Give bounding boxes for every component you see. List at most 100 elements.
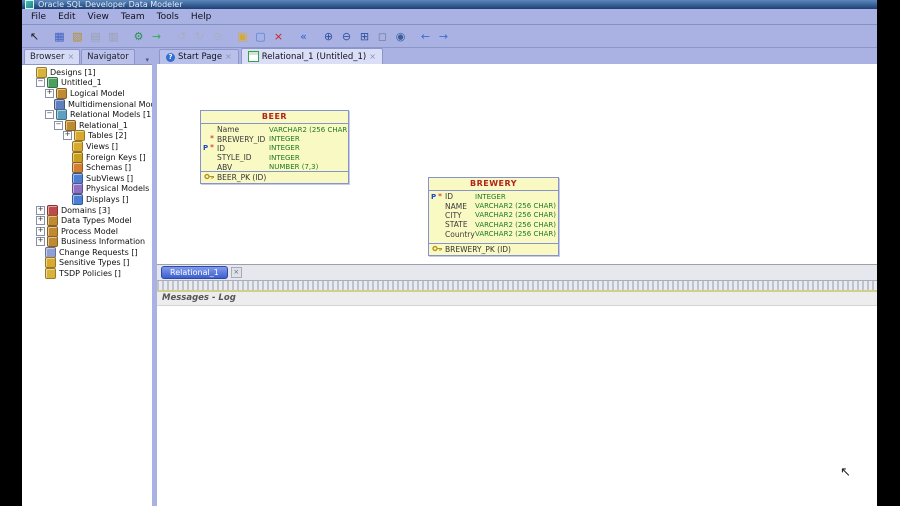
collapse-icon[interactable]: − [54,121,63,130]
panel-menu-chevron-icon[interactable]: ▾ [145,56,149,64]
search-icon[interactable]: ◉ [392,28,409,45]
menu-help[interactable]: Help [185,11,218,23]
collapse-icon[interactable]: − [36,78,45,87]
column-datatype: INTEGER [269,154,300,162]
column-row-name: NAMEVARCHAR2 (256 CHAR) [429,201,558,210]
column-datatype: VARCHAR2 (256 CHAR) [475,230,556,238]
close-icon[interactable]: × [67,53,74,61]
tree-item-business-information[interactable]: +Business Information [24,237,152,248]
primary-key-label: BREWERY_PK (ID) [445,245,511,254]
horizontal-splitter[interactable] [157,280,877,292]
browser-tree: Designs [1]−Untitled_1+Logical ModelMult… [22,64,152,506]
tree-item-logical-model[interactable]: +Logical Model [24,88,152,99]
tree-item-label: Change Requests [] [59,248,138,257]
zoom-out-icon[interactable]: ⊖ [338,28,355,45]
doc-tab-label: Relational_1 (Untitled_1) [262,52,366,62]
expand-icon[interactable]: + [45,89,54,98]
close-icon[interactable]: × [369,53,376,61]
change-requests-icon [45,247,56,258]
tree-item-label: Tables [2] [88,131,127,140]
tree-item-tables-2[interactable]: + Tables [2] [24,131,152,142]
mandatory-flag: * [210,145,217,151]
expand-icon[interactable]: + [36,216,45,225]
navigate-forward-icon[interactable]: → [435,28,452,45]
tree-item-untitled-1[interactable]: −Untitled_1 [24,78,152,89]
tree-item-foreign-keys[interactable]: Foreign Keys [] [24,152,152,163]
menu-team[interactable]: Team [115,11,151,23]
open-icon[interactable]: ▧ [69,28,86,45]
business-information-icon [47,236,58,247]
column-row-id: P*IDINTEGER [201,144,348,153]
tree-item-designs-1[interactable]: Designs [1] [24,67,152,78]
expand-icon[interactable]: + [36,237,45,246]
diagram-tab-close-icon[interactable]: × [231,267,242,278]
collapse-all-icon[interactable]: « [295,28,312,45]
engineer-to-logical-icon[interactable]: ⚙ [130,28,147,45]
expand-icon[interactable]: + [36,206,45,215]
expand-icon[interactable]: + [36,227,45,236]
tree-item-change-requests[interactable]: Change Requests [] [24,247,152,258]
redo-icon[interactable]: ↻ [191,28,208,45]
tree-item-displays[interactable]: Displays [] [24,194,152,205]
relational-models-icon [56,109,67,120]
column-row-brewery-id: *BREWERY_IDINTEGER [201,134,348,143]
entity-title: BEER [201,111,348,124]
tree-item-tsdp-policies[interactable]: TSDP Policies [] [24,268,152,279]
column-row-country: CountryVARCHAR2 (256 CHAR) [429,230,558,239]
expand-icon[interactable]: + [63,131,72,140]
navigate-back-icon[interactable]: ← [417,28,434,45]
column-name: STYLE_ID [217,153,269,162]
delete-icon[interactable]: × [270,28,287,45]
tree-item-subviews[interactable]: SubViews [] [24,173,152,184]
diagram-canvas[interactable]: BEERNameVARCHAR2 (256 CHAR)*BREWERY_IDIN… [157,64,877,264]
save-all-icon[interactable]: ▥ [105,28,122,45]
tree-item-domains-3[interactable]: +Domains [3] [24,205,152,216]
doc-tab-relational-1-untitled-1[interactable]: Relational_1 (Untitled_1)× [241,48,383,64]
tree-item-process-model[interactable]: +Process Model [24,226,152,237]
tree-item-physical-models[interactable]: Physical Models [] [24,184,152,195]
menu-bar: FileEditViewTeamToolsHelp [22,9,877,24]
tree-item-data-types-model[interactable]: +Data Types Model [24,215,152,226]
tree-item-label: Views [] [86,142,118,151]
tree-item-label: TSDP Policies [] [59,269,121,278]
tree-item-schemas[interactable]: Schemas [] [24,162,152,173]
fit-to-window-icon[interactable]: ⊞ [356,28,373,45]
menu-tools[interactable]: Tools [151,11,185,23]
close-icon[interactable]: × [225,53,232,61]
default-size-icon[interactable]: ◻ [374,28,391,45]
open-folder-icon[interactable]: ▣ [234,28,251,45]
undo-icon[interactable]: ↺ [173,28,190,45]
save-icon[interactable]: ▤ [87,28,104,45]
collapse-icon[interactable]: − [45,110,54,119]
views-folder-icon [72,141,83,152]
tree-item-relational-models-1[interactable]: −Relational Models [1] [24,109,152,120]
refresh-icon[interactable]: ⊙ [209,28,226,45]
diagram-tab-strip: Relational_1 × [157,264,877,280]
menu-file[interactable]: File [25,11,52,23]
tree-item-multidimensional-models[interactable]: Multidimensional Models [] [24,99,152,110]
tree-item-sensitive-types[interactable]: Sensitive Types [] [24,258,152,269]
engineer-to-relational-icon[interactable]: → [148,28,165,45]
entity-beer[interactable]: BEERNameVARCHAR2 (256 CHAR)*BREWERY_IDIN… [200,110,349,184]
tree-item-label: Displays [] [86,195,128,204]
panel-tab-bar: Browser×Navigator ▾ [22,48,152,64]
zoom-in-icon[interactable]: ⊕ [320,28,337,45]
panel-tab-navigator[interactable]: Navigator [81,49,135,64]
tree-item-relational-1[interactable]: −Relational_1 [24,120,152,131]
screenshot-icon[interactable]: ▢ [252,28,269,45]
menu-edit[interactable]: Edit [52,11,81,23]
column-datatype: INTEGER [475,193,506,201]
column-name: NAME [445,202,475,211]
pointer-icon[interactable]: ↖ [26,28,43,45]
multidimensional-models-icon [54,99,65,110]
tree-item-label: Multidimensional Models [] [68,100,152,109]
new-diagram-icon[interactable]: ▦ [51,28,68,45]
tables-folder-icon [74,130,85,141]
doc-tab-start-page[interactable]: ?Start Page× [159,49,239,64]
tree-item-views[interactable]: Views [] [24,141,152,152]
menu-view[interactable]: View [82,11,115,23]
panel-tab-browser[interactable]: Browser× [24,49,80,64]
entity-brewery[interactable]: BREWERYP*IDINTEGERNAMEVARCHAR2 (256 CHAR… [428,177,559,256]
physical-models-icon [72,183,83,194]
diagram-tab-relational-1[interactable]: Relational_1 [161,266,228,279]
